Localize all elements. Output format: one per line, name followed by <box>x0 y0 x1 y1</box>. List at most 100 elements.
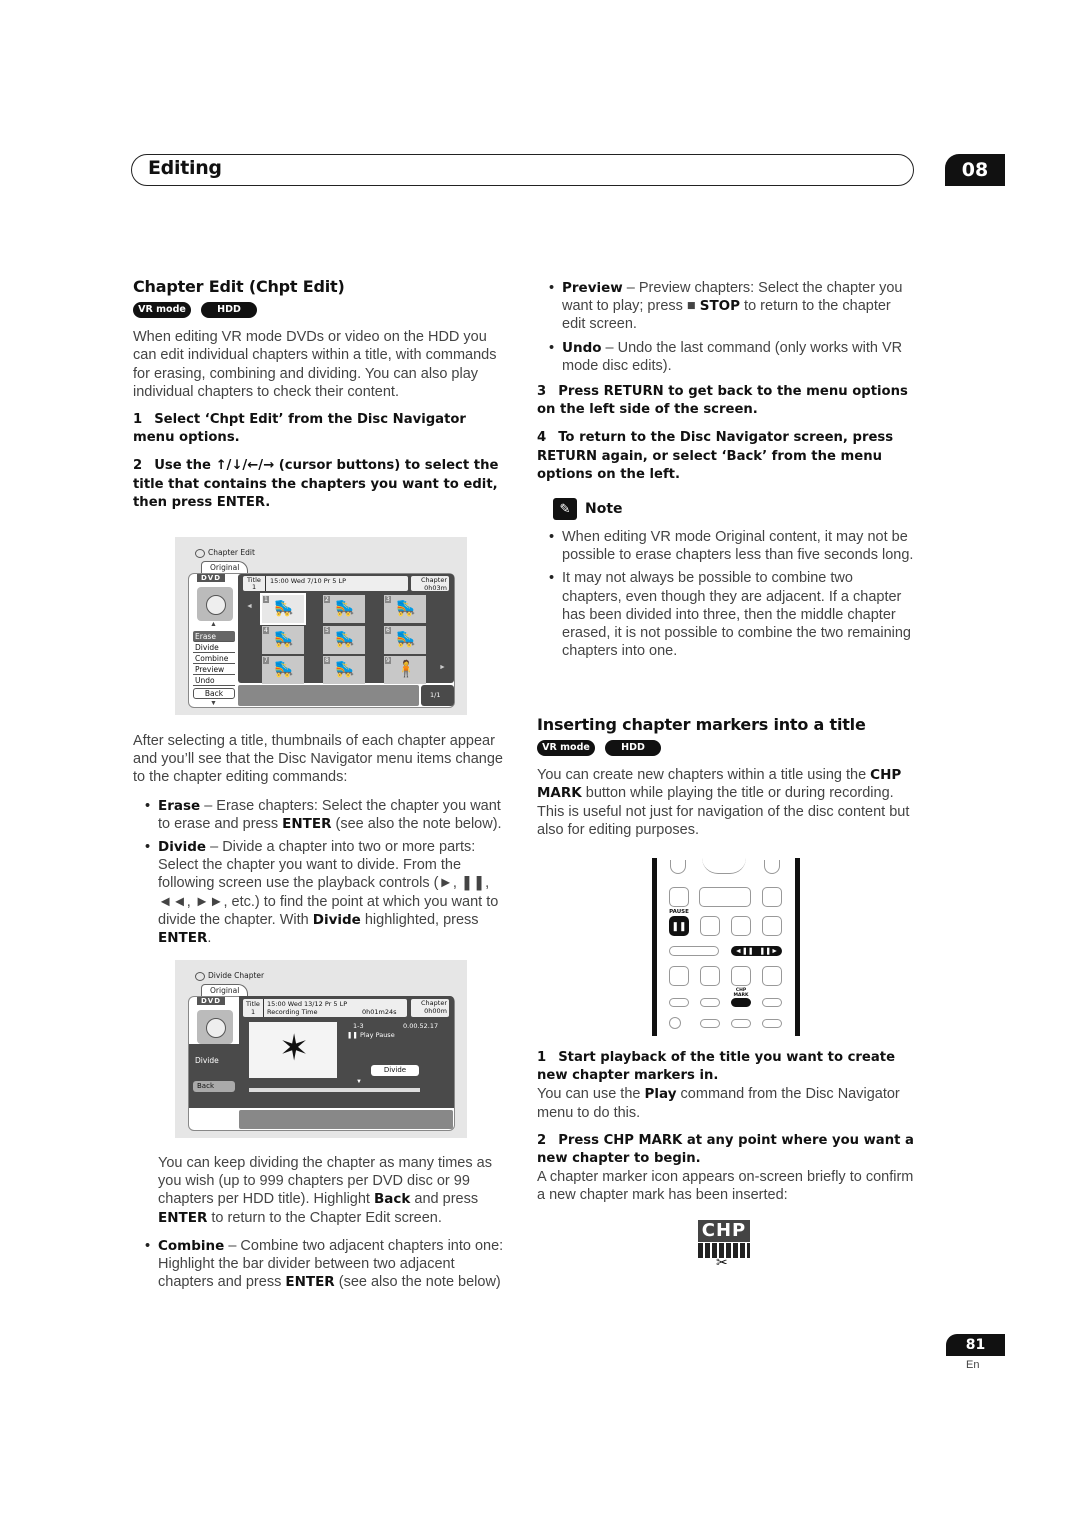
skater-icon: 🛼 <box>274 600 294 617</box>
combine-list: Combine – Combine two adjacent chapters … <box>145 1237 511 1292</box>
prev-page-arrow-icon[interactable]: ◄ <box>246 603 253 610</box>
mode-badges: VR mode HDD <box>133 302 511 319</box>
remote-button[interactable] <box>699 887 751 907</box>
preview-frame: ✶ <box>249 1022 337 1078</box>
remote-button[interactable] <box>700 916 720 936</box>
back-button[interactable]: Back <box>193 1081 235 1092</box>
remote-button[interactable] <box>731 1019 751 1028</box>
remote-button-outline <box>670 860 686 874</box>
remote-button[interactable] <box>669 998 689 1007</box>
remote-button[interactable] <box>762 1019 782 1028</box>
command-list: Erase – Erase chapters: Select the chapt… <box>145 797 511 948</box>
chapter-edit-screen-title: Chapter Edit <box>195 548 255 558</box>
leaf-image-icon: ✶ <box>279 1027 310 1068</box>
right-column-steps: 1 Start playback of the title you want to… <box>537 1049 915 1215</box>
combine-bullet: Combine – Combine two adjacent chapters … <box>145 1237 511 1292</box>
note-item: It may not always be possible to combine… <box>549 569 915 660</box>
chapter-thumbnail[interactable]: 1 🛼 <box>260 593 306 625</box>
language-code: En <box>966 1359 980 1371</box>
page-indicator: 1/1 <box>430 691 441 699</box>
chapter-thumbnail[interactable]: 9 🧍 <box>384 656 426 684</box>
right-column-section2: Inserting chapter markers into a title V… <box>537 715 915 849</box>
chapter-thumbnail[interactable]: 7 🛼 <box>262 656 304 684</box>
command-list-continued: Preview – Preview chapters: Select the c… <box>549 279 915 375</box>
remote-button[interactable] <box>669 946 719 956</box>
chapter-thumbnail[interactable]: 2 🛼 <box>323 595 365 623</box>
remote-dpad-outline <box>702 858 746 874</box>
skater-icon: 🛼 <box>274 661 294 678</box>
chapter-thumbnail[interactable]: 4 🛼 <box>262 626 304 654</box>
divide-button[interactable]: Divide <box>371 1065 419 1076</box>
pause-button[interactable]: ❚❚ <box>669 916 689 936</box>
next-page-arrow-icon[interactable]: ► <box>439 664 446 671</box>
chapter-number-tab: 08 <box>945 154 1005 186</box>
undo-bullet: Undo – Undo the last command (only works… <box>549 339 915 375</box>
mode-badges: VR mode HDD <box>537 740 915 757</box>
menu-undo[interactable]: Undo <box>193 675 235 686</box>
step-start-playback-body: You can use the Play command from the Di… <box>537 1086 900 1121</box>
note-item: When editing VR mode Original content, i… <box>549 528 915 564</box>
remote-button[interactable] <box>762 887 782 907</box>
remote-button[interactable] <box>731 916 751 936</box>
menu-divide[interactable]: Divide <box>195 1056 219 1065</box>
divide-chapter-screenshot: Divide Chapter Original DVD Title 1 15:0… <box>175 960 467 1138</box>
right-column: Preview – Preview chapters: Select the c… <box>537 279 915 665</box>
step-4: 4 To return to the Disc Navigator screen,… <box>537 430 894 482</box>
menu-erase[interactable]: Erase <box>193 631 235 642</box>
chapter-edit-screenshot: Chapter Edit Original DVD ▲ Erase Divide… <box>175 537 467 715</box>
chapter-marker-icon: CHP ✂ <box>698 1220 750 1270</box>
timeline-bar[interactable] <box>249 1088 420 1092</box>
remote-button[interactable] <box>762 916 782 936</box>
chp-mark-intro: You can create new chapters within a tit… <box>537 767 910 838</box>
vr-mode-badge: VR mode <box>133 302 191 319</box>
chapter-edit-heading: Chapter Edit (Chpt Edit) <box>133 277 345 296</box>
chp-mark-label: CHP MARK <box>733 988 749 998</box>
after-selecting-paragraph: After selecting a title, thumbnails of e… <box>133 733 503 786</box>
remote-button[interactable] <box>731 966 751 986</box>
chapter-thumbnail[interactable]: 8 🛼 <box>323 656 365 684</box>
preview-bullet: Preview – Preview chapters: Select the c… <box>549 279 915 334</box>
menu-divide[interactable]: Divide <box>193 642 235 653</box>
step-press-chp-mark-body: A chapter marker icon appears on-screen … <box>537 1169 914 1204</box>
section-header: Editing <box>131 154 914 186</box>
step-2: 2 Use the ↑/↓/←/→ (cursor buttons) to sel… <box>133 458 499 510</box>
back-button[interactable]: Back <box>193 688 235 699</box>
original-tab: Original <box>201 561 249 573</box>
menu-combine[interactable]: Combine <box>193 653 235 664</box>
disc-edit-icon <box>195 548 205 558</box>
remote-button[interactable] <box>669 887 689 907</box>
intro-paragraph: When editing VR mode DVDs or video on th… <box>133 329 497 400</box>
remote-button[interactable] <box>669 966 689 986</box>
pause-label: PAUSE <box>669 909 689 915</box>
remote-button[interactable] <box>700 1019 720 1028</box>
step-frame-buttons[interactable]: ◄❚❚ ❚❚► <box>731 946 782 956</box>
status-bar <box>238 685 419 706</box>
remote-button[interactable] <box>762 998 782 1007</box>
chapter-position: 1-3 <box>353 1022 364 1030</box>
step-1: 1 Select ‘Chpt Edit’ from the Disc Naviga… <box>133 412 466 446</box>
page-number: 81 <box>946 1334 1005 1356</box>
menu-preview[interactable]: Preview <box>193 664 235 675</box>
section-title: Editing <box>148 157 222 179</box>
note-header: ✎ Note <box>553 498 915 521</box>
skater-icon: 🛼 <box>274 631 294 648</box>
dvd-badge: DVD <box>197 997 226 1005</box>
vr-disc-icon <box>197 1010 233 1044</box>
menu-up-arrow-icon: ▲ <box>210 621 217 628</box>
chapter-thumbnail[interactable]: 5 🛼 <box>323 626 365 654</box>
chapter-thumbnail[interactable]: 6 🛼 <box>384 626 426 654</box>
chapter-thumbnail[interactable]: 3 🛼 <box>384 595 426 623</box>
position-marker-icon: ▼ <box>356 1079 362 1085</box>
remote-button[interactable] <box>762 966 782 986</box>
remote-button[interactable] <box>700 966 720 986</box>
remote-button[interactable] <box>700 998 720 1007</box>
hdd-badge: HDD <box>605 740 661 757</box>
scissors-icon: ✂ <box>716 1254 728 1270</box>
skater-icon: 🛼 <box>335 600 355 617</box>
remote-button[interactable] <box>669 1017 681 1029</box>
hdd-badge: HDD <box>201 302 257 319</box>
timecode: 0.00.52.17 <box>403 1022 439 1030</box>
left-column: Chapter Edit (Chpt Edit) VR mode HDD Whe… <box>133 277 511 522</box>
chp-mark-button[interactable] <box>731 998 751 1007</box>
skater-icon: 🛼 <box>396 631 416 648</box>
